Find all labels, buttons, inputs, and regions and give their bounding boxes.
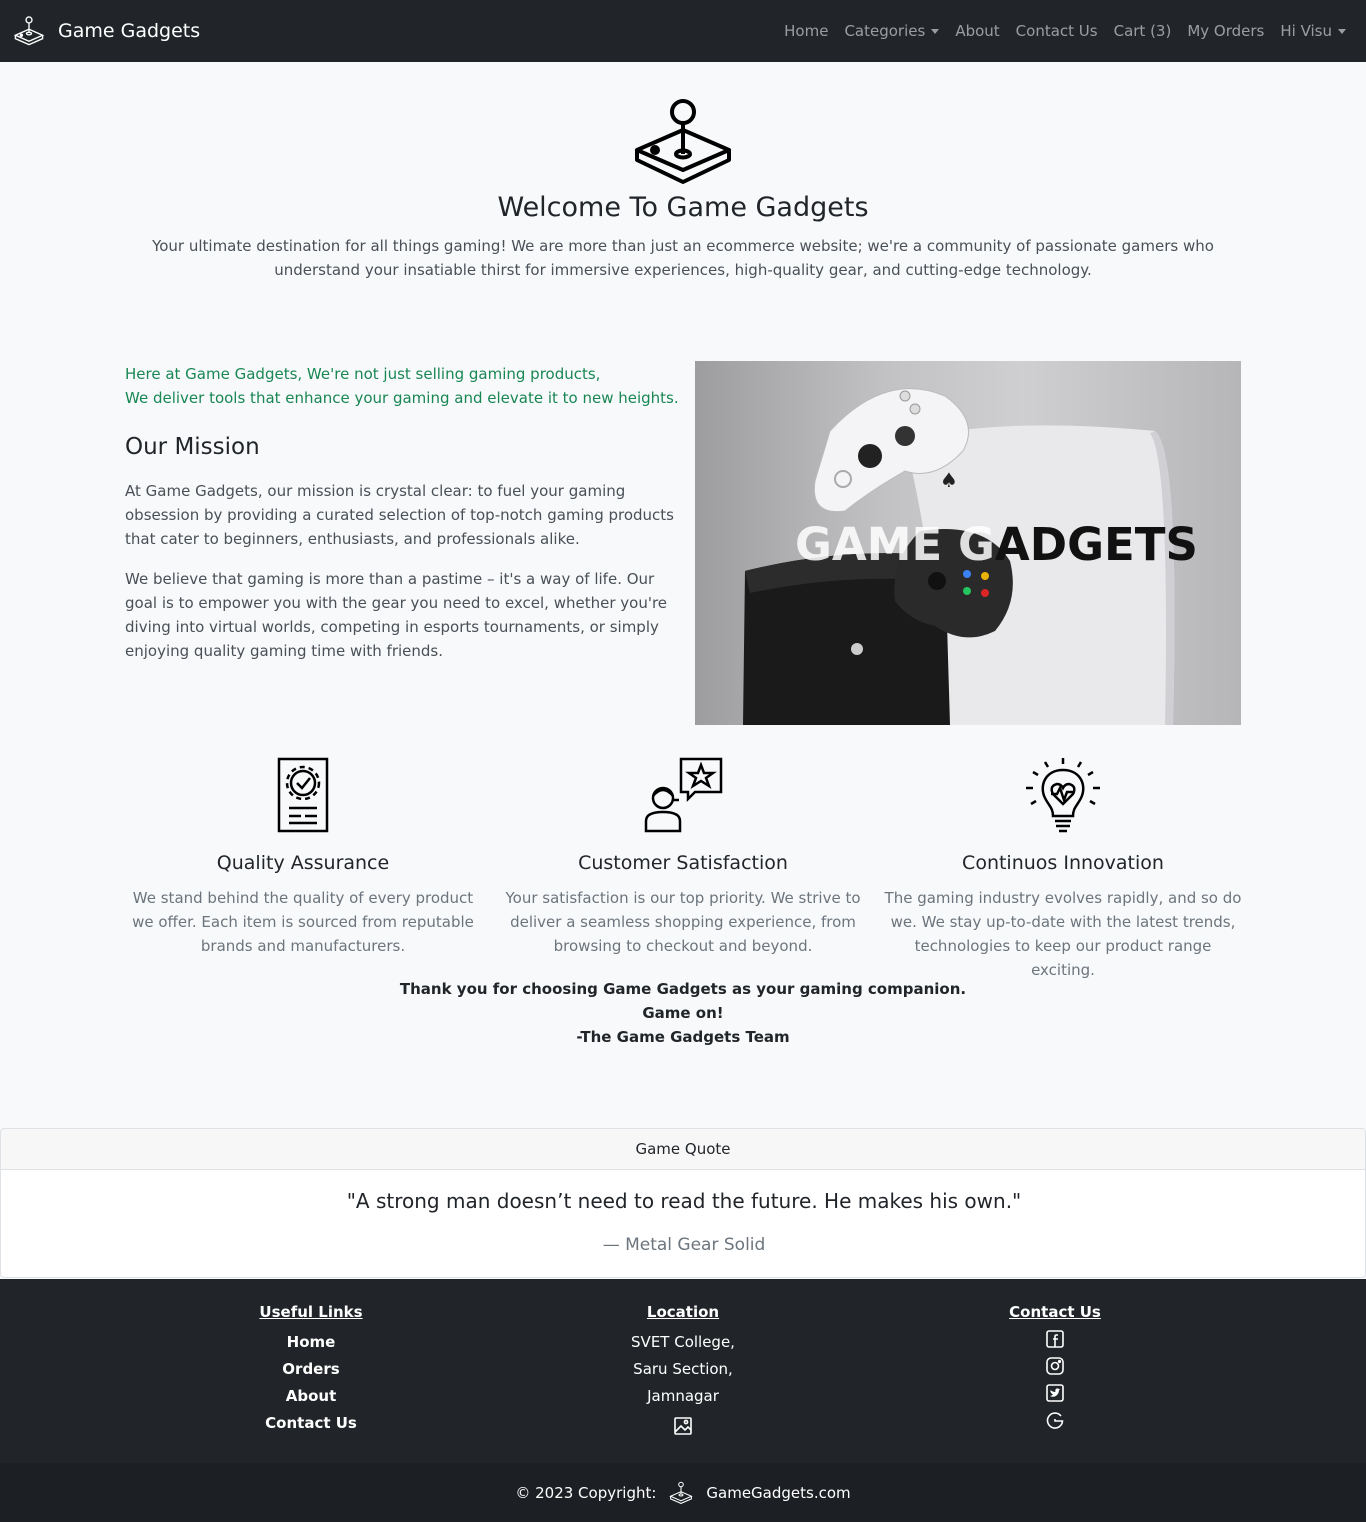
map-image-icon[interactable] <box>672 1416 694 1437</box>
twitter-icon[interactable] <box>1044 1383 1066 1404</box>
hero-lead: Your ultimate destination for all things… <box>152 237 1214 279</box>
google-icon[interactable] <box>1044 1410 1066 1431</box>
nav-user-dropdown[interactable]: Hi Visu <box>1280 22 1346 40</box>
consoles-image: ♠ GAME GADGETS <box>695 361 1241 725</box>
tagline: Here at Game Gadgets, We're not just sel… <box>125 362 685 410</box>
footer: Useful Links Home Orders About Contact U… <box>0 1279 1366 1463</box>
location-line: SVET College, <box>631 1333 735 1351</box>
quote-card: Game Quote "A strong man doesn’t need to… <box>0 1128 1366 1278</box>
nav-links: Home Categories About Contact Us Cart (3… <box>768 0 1346 62</box>
tagline-line-2: We deliver tools that enhance your gamin… <box>125 389 679 407</box>
footer-heading: Useful Links <box>259 1303 363 1321</box>
image-overlay-text: GAME GADGETS <box>795 518 1198 571</box>
nav-contact[interactable]: Contact Us <box>1016 22 1098 40</box>
brand-name: Game Gadgets <box>58 20 201 42</box>
location-line: Saru Section, <box>633 1360 733 1378</box>
nav-categories-label: Categories <box>844 22 926 40</box>
footer-heading: Contact Us <box>1009 1303 1101 1321</box>
nav-about[interactable]: About <box>955 22 999 40</box>
image-text-light: GAME G <box>795 518 995 571</box>
copyright-bar: © 2023 Copyright: GameGadgets.com <box>0 1463 1366 1522</box>
footer-link-about[interactable]: About <box>161 1383 461 1410</box>
nav-home[interactable]: Home <box>784 22 828 40</box>
footer-contact: Contact Us <box>905 1303 1205 1431</box>
thank-you-message: Thank you for choosing Game Gadgets as y… <box>0 977 1366 1049</box>
joystick-logo-icon <box>669 1481 694 1504</box>
joystick-hero-icon <box>635 99 731 184</box>
caret-down-icon <box>1338 28 1346 34</box>
feature-text: Your satisfaction is our top priority. W… <box>505 889 861 955</box>
nav-cart[interactable]: Cart (3) <box>1114 22 1172 40</box>
mission-heading: Our Mission <box>125 434 260 460</box>
thanks-line-2: Game on! <box>642 1004 724 1022</box>
image-text-dark: ADGETS <box>994 518 1198 571</box>
nav-my-orders[interactable]: My Orders <box>1187 22 1264 40</box>
joystick-logo-icon <box>13 16 45 46</box>
customer-review-icon <box>644 757 723 833</box>
footer-link-home[interactable]: Home <box>161 1329 461 1356</box>
feature-title: Continuos Innovation <box>962 852 1164 874</box>
feature-text: The gaming industry evolves rapidly, and… <box>884 889 1242 979</box>
lightbulb-heart-icon <box>1026 758 1100 833</box>
footer-location: Location SVET College, Saru Section, Jam… <box>533 1303 833 1437</box>
instagram-icon[interactable] <box>1044 1356 1066 1377</box>
nav-user-label: Hi Visu <box>1280 22 1332 40</box>
copyright-label: © 2023 Copyright: <box>515 1483 657 1502</box>
copyright-site-link[interactable]: GameGadgets.com <box>706 1484 850 1502</box>
location-line: Jamnagar <box>647 1387 719 1405</box>
quote-source: — Metal Gear Solid <box>602 1235 766 1255</box>
thanks-line-3: -The Game Gadgets Team <box>576 1028 790 1046</box>
facebook-icon[interactable] <box>1044 1329 1066 1350</box>
thanks-line-1: Thank you for choosing Game Gadgets as y… <box>399 980 967 998</box>
mission-paragraph-1: At Game Gadgets, our mission is crystal … <box>125 482 674 548</box>
feature-title: Quality Assurance <box>216 852 390 874</box>
footer-useful-links: Useful Links Home Orders About Contact U… <box>161 1303 461 1437</box>
mission-paragraph-2: We believe that gaming is more than a pa… <box>125 570 668 660</box>
navbar: Game Gadgets Home Categories About Conta… <box>0 0 1366 62</box>
quote-text: "A strong man doesn’t need to read the f… <box>346 1189 1022 1213</box>
brand-link[interactable]: Game Gadgets <box>12 14 200 48</box>
certificate-gear-icon <box>277 757 329 833</box>
footer-heading: Location <box>646 1303 720 1321</box>
tagline-line-1: Here at Game Gadgets, We're not just sel… <box>125 365 601 383</box>
footer-link-contact[interactable]: Contact Us <box>161 1410 461 1437</box>
caret-down-icon <box>931 28 940 34</box>
quote-card-header: Game Quote <box>1 1129 1365 1170</box>
svg-text:♠: ♠ <box>940 468 958 492</box>
page-title: Welcome To Game Gadgets <box>497 192 869 223</box>
feature-text: We stand behind the quality of every pro… <box>132 889 474 955</box>
footer-link-orders[interactable]: Orders <box>161 1356 461 1383</box>
nav-categories-dropdown[interactable]: Categories <box>844 22 940 40</box>
feature-title: Customer Satisfaction <box>578 852 788 874</box>
